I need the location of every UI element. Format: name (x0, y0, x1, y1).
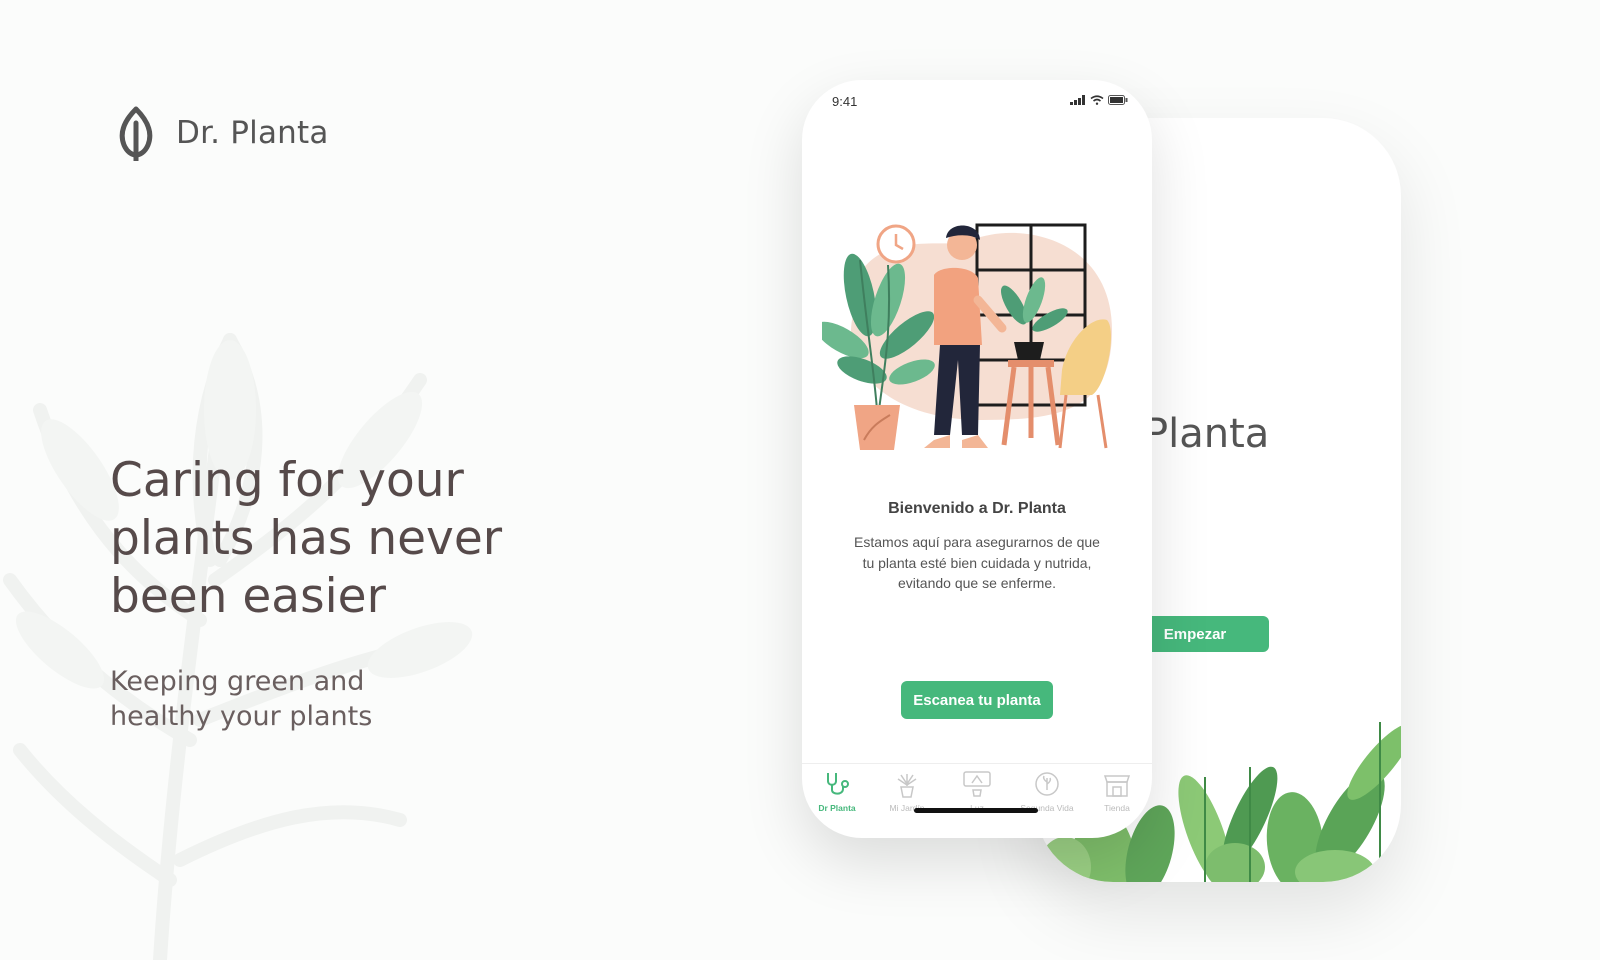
wifi-icon (1090, 95, 1104, 105)
hero-headline: Caring for your plants has never been ea… (110, 453, 503, 624)
tab-label: Tienda (1104, 803, 1130, 813)
battery-icon (1108, 95, 1128, 105)
lamp-icon (963, 771, 991, 797)
recycle-icon (1035, 772, 1059, 796)
status-time: 9:41 (832, 94, 858, 109)
brand-header: Dr. Planta (112, 105, 329, 161)
scan-plant-button[interactable]: Escanea tu planta (901, 681, 1053, 719)
plant-care-illustration (822, 223, 1112, 450)
background-leaves-decoration (3, 333, 473, 960)
store-icon (1103, 775, 1131, 797)
stethoscope-icon (827, 773, 849, 795)
phone-mockup-front: 9:41 Bienvenido a Dr. Planta Estamos aqu… (802, 80, 1152, 838)
potted-plant-icon (897, 774, 917, 798)
signal-icon (1070, 95, 1085, 105)
tab-label: Dr Planta (818, 803, 856, 813)
tab-tienda[interactable]: Tienda (1082, 764, 1152, 818)
hero-subline: Keeping green and healthy your plants (110, 666, 373, 732)
welcome-title: Bienvenido a Dr. Planta (888, 500, 1066, 517)
brand-name: Dr. Planta (176, 115, 329, 151)
home-indicator (914, 808, 1038, 813)
tab-dr-planta[interactable]: Dr Planta (802, 764, 872, 818)
welcome-description: Estamos aquí para asegurarnos de que tu … (854, 534, 1100, 591)
status-icons (1070, 95, 1128, 105)
leaf-icon (119, 106, 153, 161)
